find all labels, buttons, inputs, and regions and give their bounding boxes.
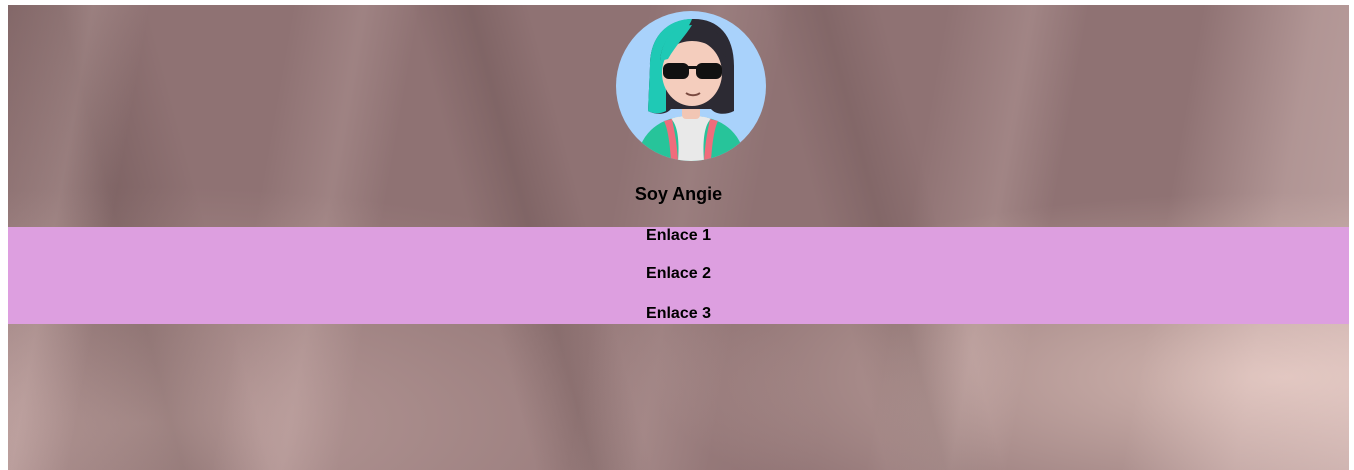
nav-link-1[interactable]: Enlace 1 [8, 227, 1349, 245]
avatar-girl-sunglasses-icon [636, 19, 746, 161]
page: Soy Angie Enlace 1 Enlace 2 Enlace 3 [8, 5, 1349, 470]
nav-link-2[interactable]: Enlace 2 [8, 265, 1349, 283]
nav-menu: Enlace 1 Enlace 2 Enlace 3 [8, 227, 1349, 324]
avatar [616, 11, 766, 161]
page-title: Soy Angie [634, 184, 723, 204]
nav-link-3[interactable]: Enlace 3 [8, 305, 1349, 323]
profile-header: Soy Angie [8, 5, 1349, 227]
